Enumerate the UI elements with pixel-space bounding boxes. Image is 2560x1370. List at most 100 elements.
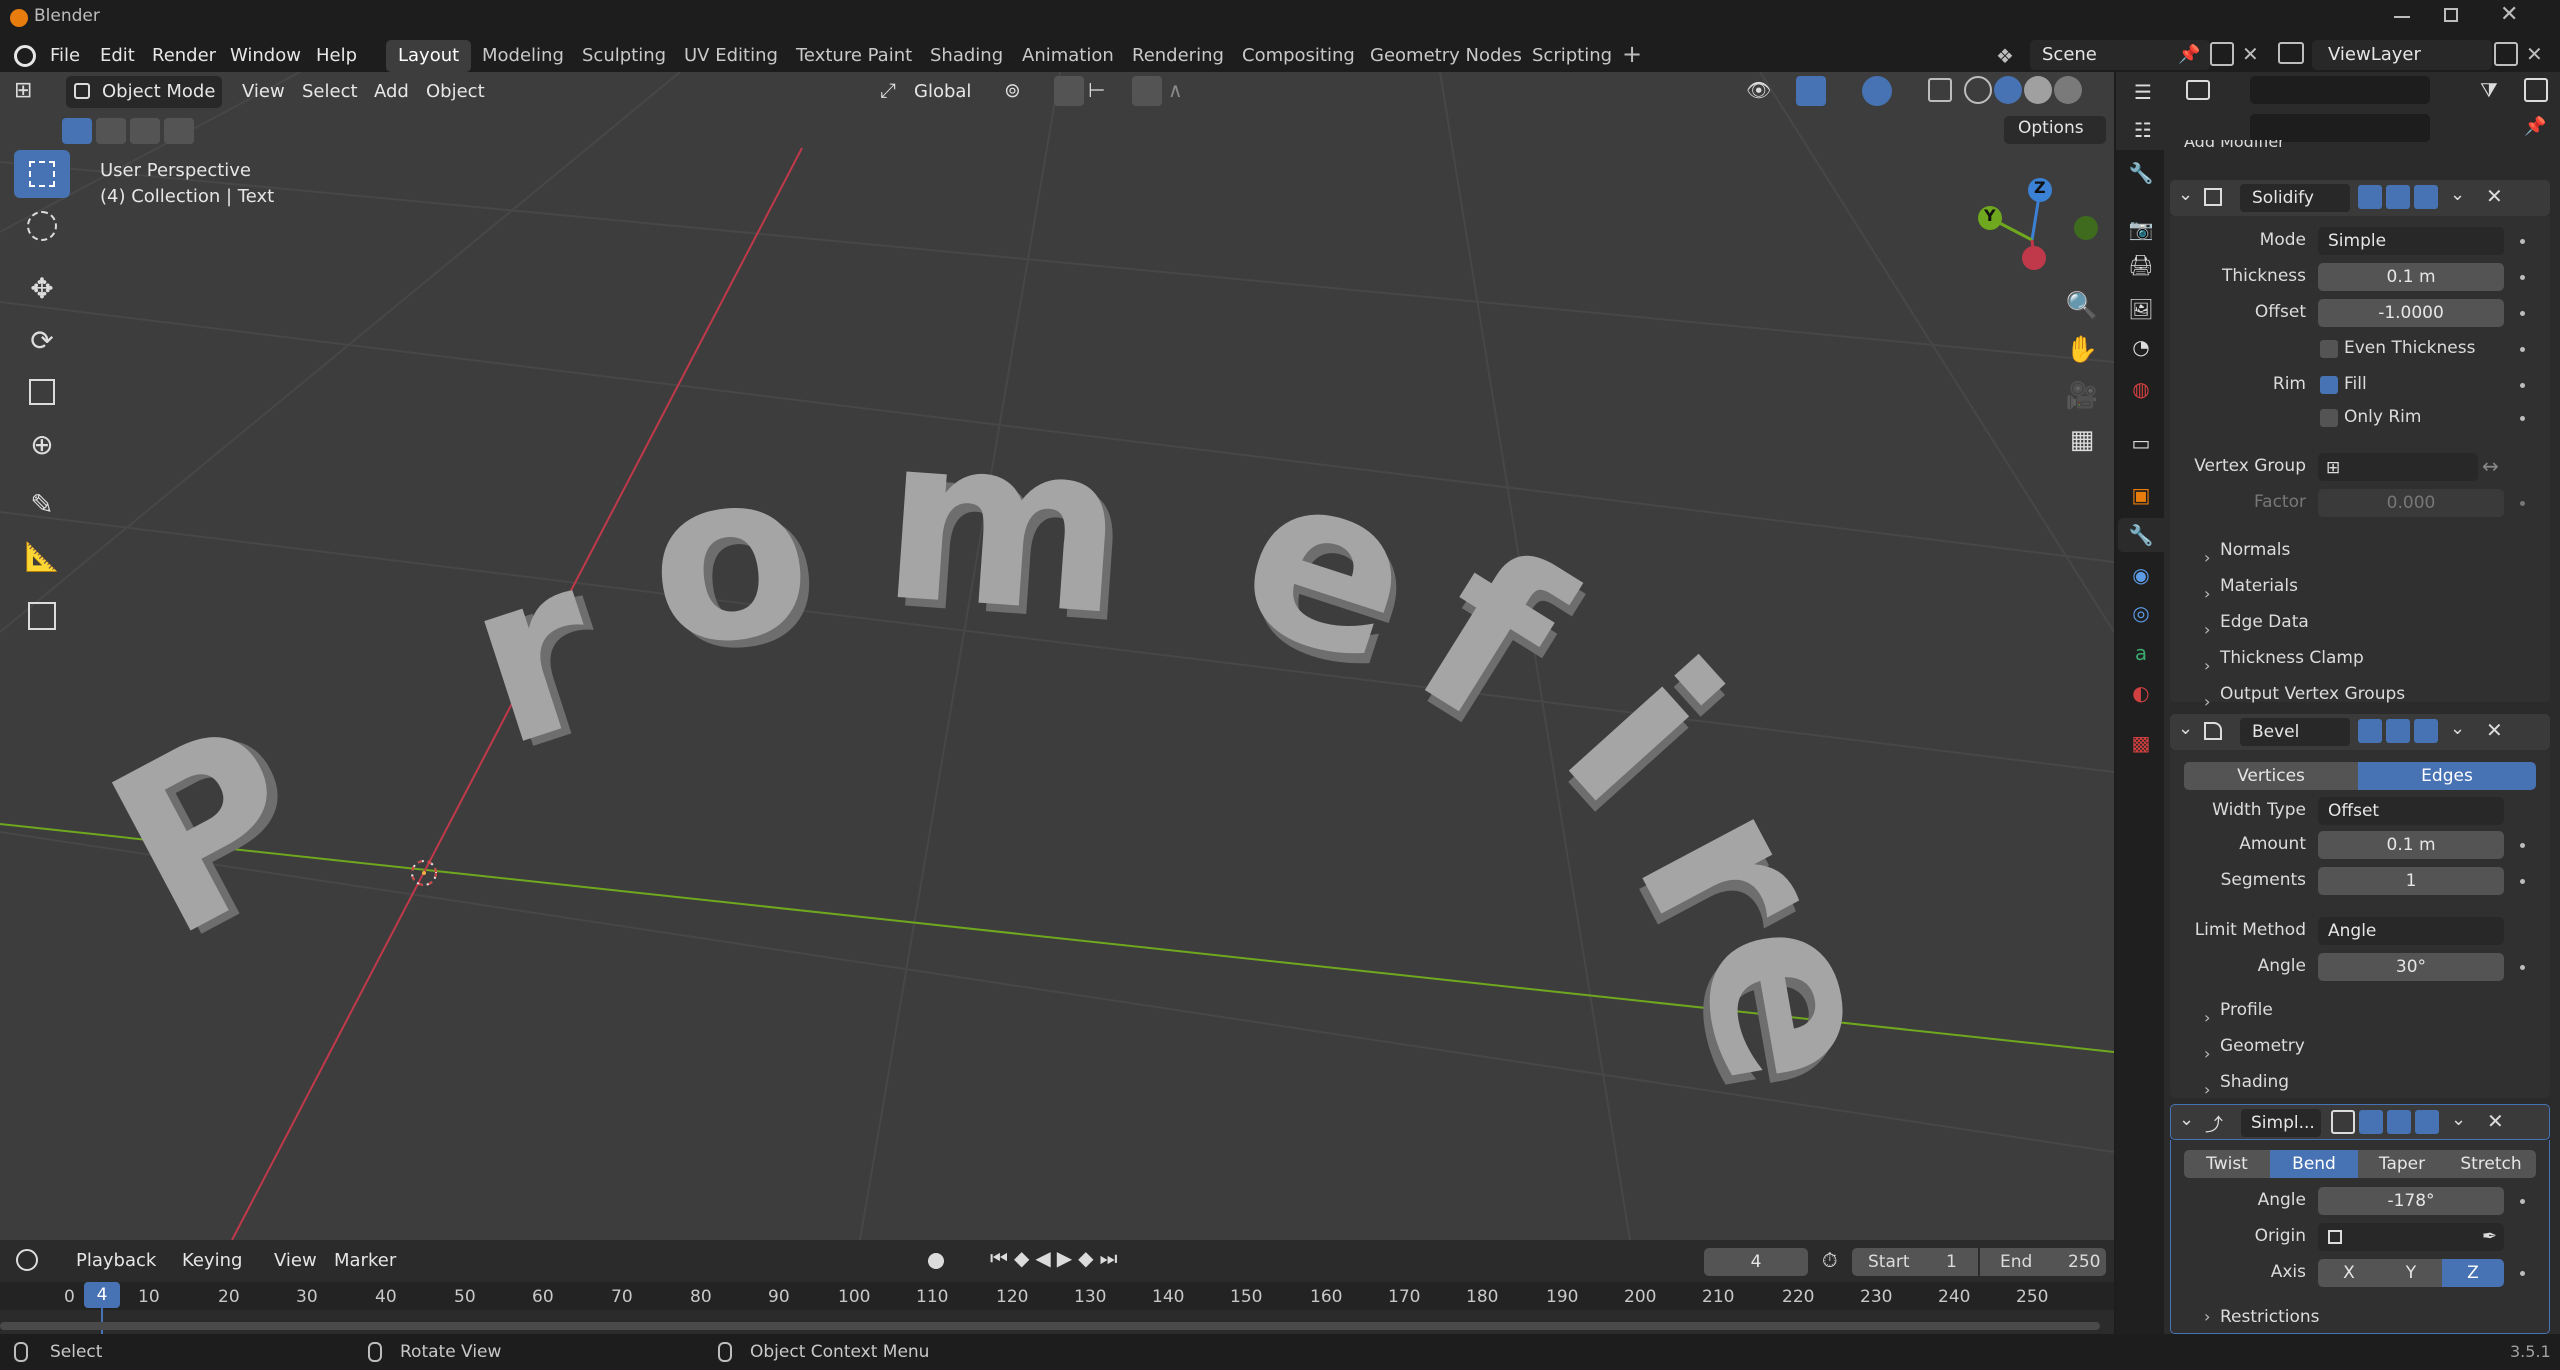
overlay-toggle-icon[interactable] [1862, 76, 1892, 106]
materials-subpanel[interactable]: Materials [2220, 576, 2298, 596]
current-frame-field[interactable]: 4 [1704, 1248, 1808, 1276]
amount-keyframe-dot[interactable] [2520, 843, 2525, 848]
bevel-modifier-header[interactable]: ⌄ Bevel ⌄ ✕ [2170, 714, 2550, 750]
copy-scene-icon[interactable] [2210, 42, 2234, 66]
add-modifier-button[interactable]: Add Modifier [2184, 140, 2285, 152]
render-menu[interactable]: Render [152, 42, 216, 70]
segments-keyframe-dot[interactable] [2520, 879, 2525, 884]
playhead[interactable]: 4 [84, 1282, 120, 1308]
scene-icon[interactable]: ❖ [1996, 44, 2014, 68]
bevel-angle-keyframe-dot[interactable] [2520, 965, 2525, 970]
modifier-options-chevron-icon[interactable]: ⌄ [2450, 184, 2465, 205]
texture-tab-icon[interactable]: ▩ [2128, 730, 2154, 756]
solid-shading-icon[interactable] [1994, 76, 2022, 104]
taper-mode-button[interactable]: Taper [2358, 1150, 2446, 1178]
transform-orientation[interactable]: Global [914, 77, 971, 107]
select-box-mode-buttons[interactable] [62, 118, 202, 144]
world-tab-icon[interactable]: ◍ [2128, 376, 2154, 402]
edge-data-subpanel[interactable]: Edge Data [2220, 612, 2309, 632]
solidify-mode-dropdown[interactable]: Simple [2318, 227, 2504, 255]
bend-mode-button[interactable]: Bend [2270, 1150, 2358, 1178]
help-menu[interactable]: Help [316, 42, 357, 70]
offset-keyframe-dot[interactable] [2520, 311, 2525, 316]
modifier-options-chevron-icon[interactable]: ⌄ [2451, 1109, 2466, 1130]
edit-mode-toggle-icon[interactable] [2358, 185, 2382, 209]
remove-view-layer-icon[interactable]: ✕ [2526, 42, 2543, 66]
snap-icon[interactable] [1054, 76, 1084, 106]
viewport-toggle-icon[interactable] [2386, 719, 2410, 743]
timeline-editor-icon[interactable] [16, 1249, 38, 1271]
material-shading-icon[interactable] [2024, 76, 2052, 104]
thickness-field[interactable]: 0.1 m [2318, 263, 2504, 291]
outliner-search-field[interactable] [2250, 76, 2430, 104]
transform-orientation-icon[interactable]: ⤢ [880, 78, 896, 102]
limit-method-dropdown[interactable]: Angle [2318, 917, 2504, 945]
geometry-subpanel[interactable]: Geometry [2220, 1036, 2305, 1056]
visibility-icon[interactable]: 👁 [1746, 78, 1771, 102]
axis-z-button[interactable]: Z [2442, 1259, 2504, 1287]
pan-button[interactable]: ✋ [2062, 330, 2102, 370]
delete-modifier-icon[interactable]: ✕ [2487, 1109, 2504, 1133]
solidify-modifier-header[interactable]: ⌄ Solidify ⌄ ✕ [2170, 180, 2550, 216]
outliner-editor-icon[interactable]: ☰ [2134, 80, 2152, 104]
affect-vertices-button[interactable]: Vertices [2184, 762, 2358, 790]
viewport-toggle-icon[interactable] [2387, 1110, 2411, 1134]
tool-tab-icon[interactable]: 🔧 [2128, 160, 2154, 186]
marker-menu[interactable]: Marker [334, 1246, 396, 1276]
outliner-display-icon[interactable] [2186, 80, 2210, 100]
rendered-shading-icon[interactable] [2054, 76, 2082, 104]
viewport-toggle-icon[interactable] [2386, 185, 2410, 209]
collapse-chevron-icon[interactable]: ⌄ [2178, 718, 2193, 739]
tab-texture-paint[interactable]: Texture Paint [784, 40, 924, 72]
playback-menu[interactable]: Playback [76, 1246, 156, 1276]
profile-subpanel[interactable]: Profile [2220, 1000, 2273, 1020]
particles-tab-icon[interactable]: ◉ [2128, 562, 2154, 588]
copy-view-layer-icon[interactable] [2494, 42, 2518, 66]
deform-angle-keyframe-dot[interactable] [2520, 1199, 2525, 1204]
fill-keyframe-dot[interactable] [2520, 383, 2525, 388]
wireframe-shading-icon[interactable] [1964, 76, 1992, 104]
cursor-tool[interactable] [14, 202, 70, 250]
text-object-promefire[interactable]: P P r r o o m m e e f f i i r r e e [72, 384, 1936, 1112]
view-menu[interactable]: View [242, 77, 285, 107]
bevel-angle-field[interactable]: 30° [2318, 953, 2504, 981]
tab-scripting[interactable]: Scripting [1520, 40, 1624, 72]
invert-vertex-group-icon[interactable]: ↔ [2482, 454, 2499, 478]
editor-type-icon[interactable]: ⊞ [14, 78, 32, 103]
even-thickness-keyframe-dot[interactable] [2520, 347, 2525, 352]
remove-scene-icon[interactable]: ✕ [2242, 42, 2259, 66]
timeline-view-menu[interactable]: View [274, 1246, 317, 1276]
tab-uv-editing[interactable]: UV Editing [672, 40, 790, 72]
twist-mode-button[interactable]: Twist [2184, 1150, 2270, 1178]
edit-mode-toggle-icon[interactable] [2359, 1110, 2383, 1134]
select-subtract-icon[interactable] [130, 118, 160, 144]
zoom-button[interactable]: 🔍 [2062, 286, 2102, 326]
select-intersect-icon[interactable] [164, 118, 194, 144]
camera-view-button[interactable]: 🎥 [2062, 376, 2102, 416]
offset-field[interactable]: -1.0000 [2318, 299, 2504, 327]
auto-keying-icon[interactable] [928, 1253, 944, 1269]
affect-edges-button[interactable]: Edges [2358, 762, 2536, 790]
tab-compositing[interactable]: Compositing [1230, 40, 1367, 72]
snap-target-icon[interactable]: ⊢ [1088, 78, 1105, 102]
render-toggle-icon[interactable] [2415, 1110, 2439, 1134]
add-menu[interactable]: Add [374, 77, 409, 107]
factor-field[interactable]: 0.000 [2318, 489, 2504, 517]
edit-menu[interactable]: Edit [100, 42, 135, 70]
normals-subpanel[interactable]: Normals [2220, 540, 2290, 560]
annotate-tool[interactable]: ✎ [14, 480, 70, 528]
vertex-group-field[interactable] [2318, 453, 2478, 481]
origin-field[interactable] [2318, 1223, 2504, 1251]
view-layer-tab-icon[interactable]: 🖼 [2128, 296, 2154, 322]
proportional-edit-icon[interactable] [1132, 76, 1162, 106]
properties-search-field[interactable] [2250, 114, 2430, 142]
add-cube-tool[interactable] [14, 592, 70, 640]
3d-viewport[interactable]: P P r r o o m m e e f f i i r r e e Z Y … [0, 72, 2114, 1240]
delete-modifier-icon[interactable]: ✕ [2486, 718, 2503, 742]
falloff-icon[interactable]: ∧ [1168, 78, 1183, 102]
properties-editor-icon[interactable]: ☷ [2134, 118, 2152, 142]
edit-mode-toggle-icon[interactable] [2358, 719, 2382, 743]
close-window-icon[interactable]: ✕ [2500, 2, 2518, 27]
scale-tool[interactable] [14, 368, 70, 416]
pin-properties-icon[interactable]: 📌 [2524, 116, 2546, 137]
